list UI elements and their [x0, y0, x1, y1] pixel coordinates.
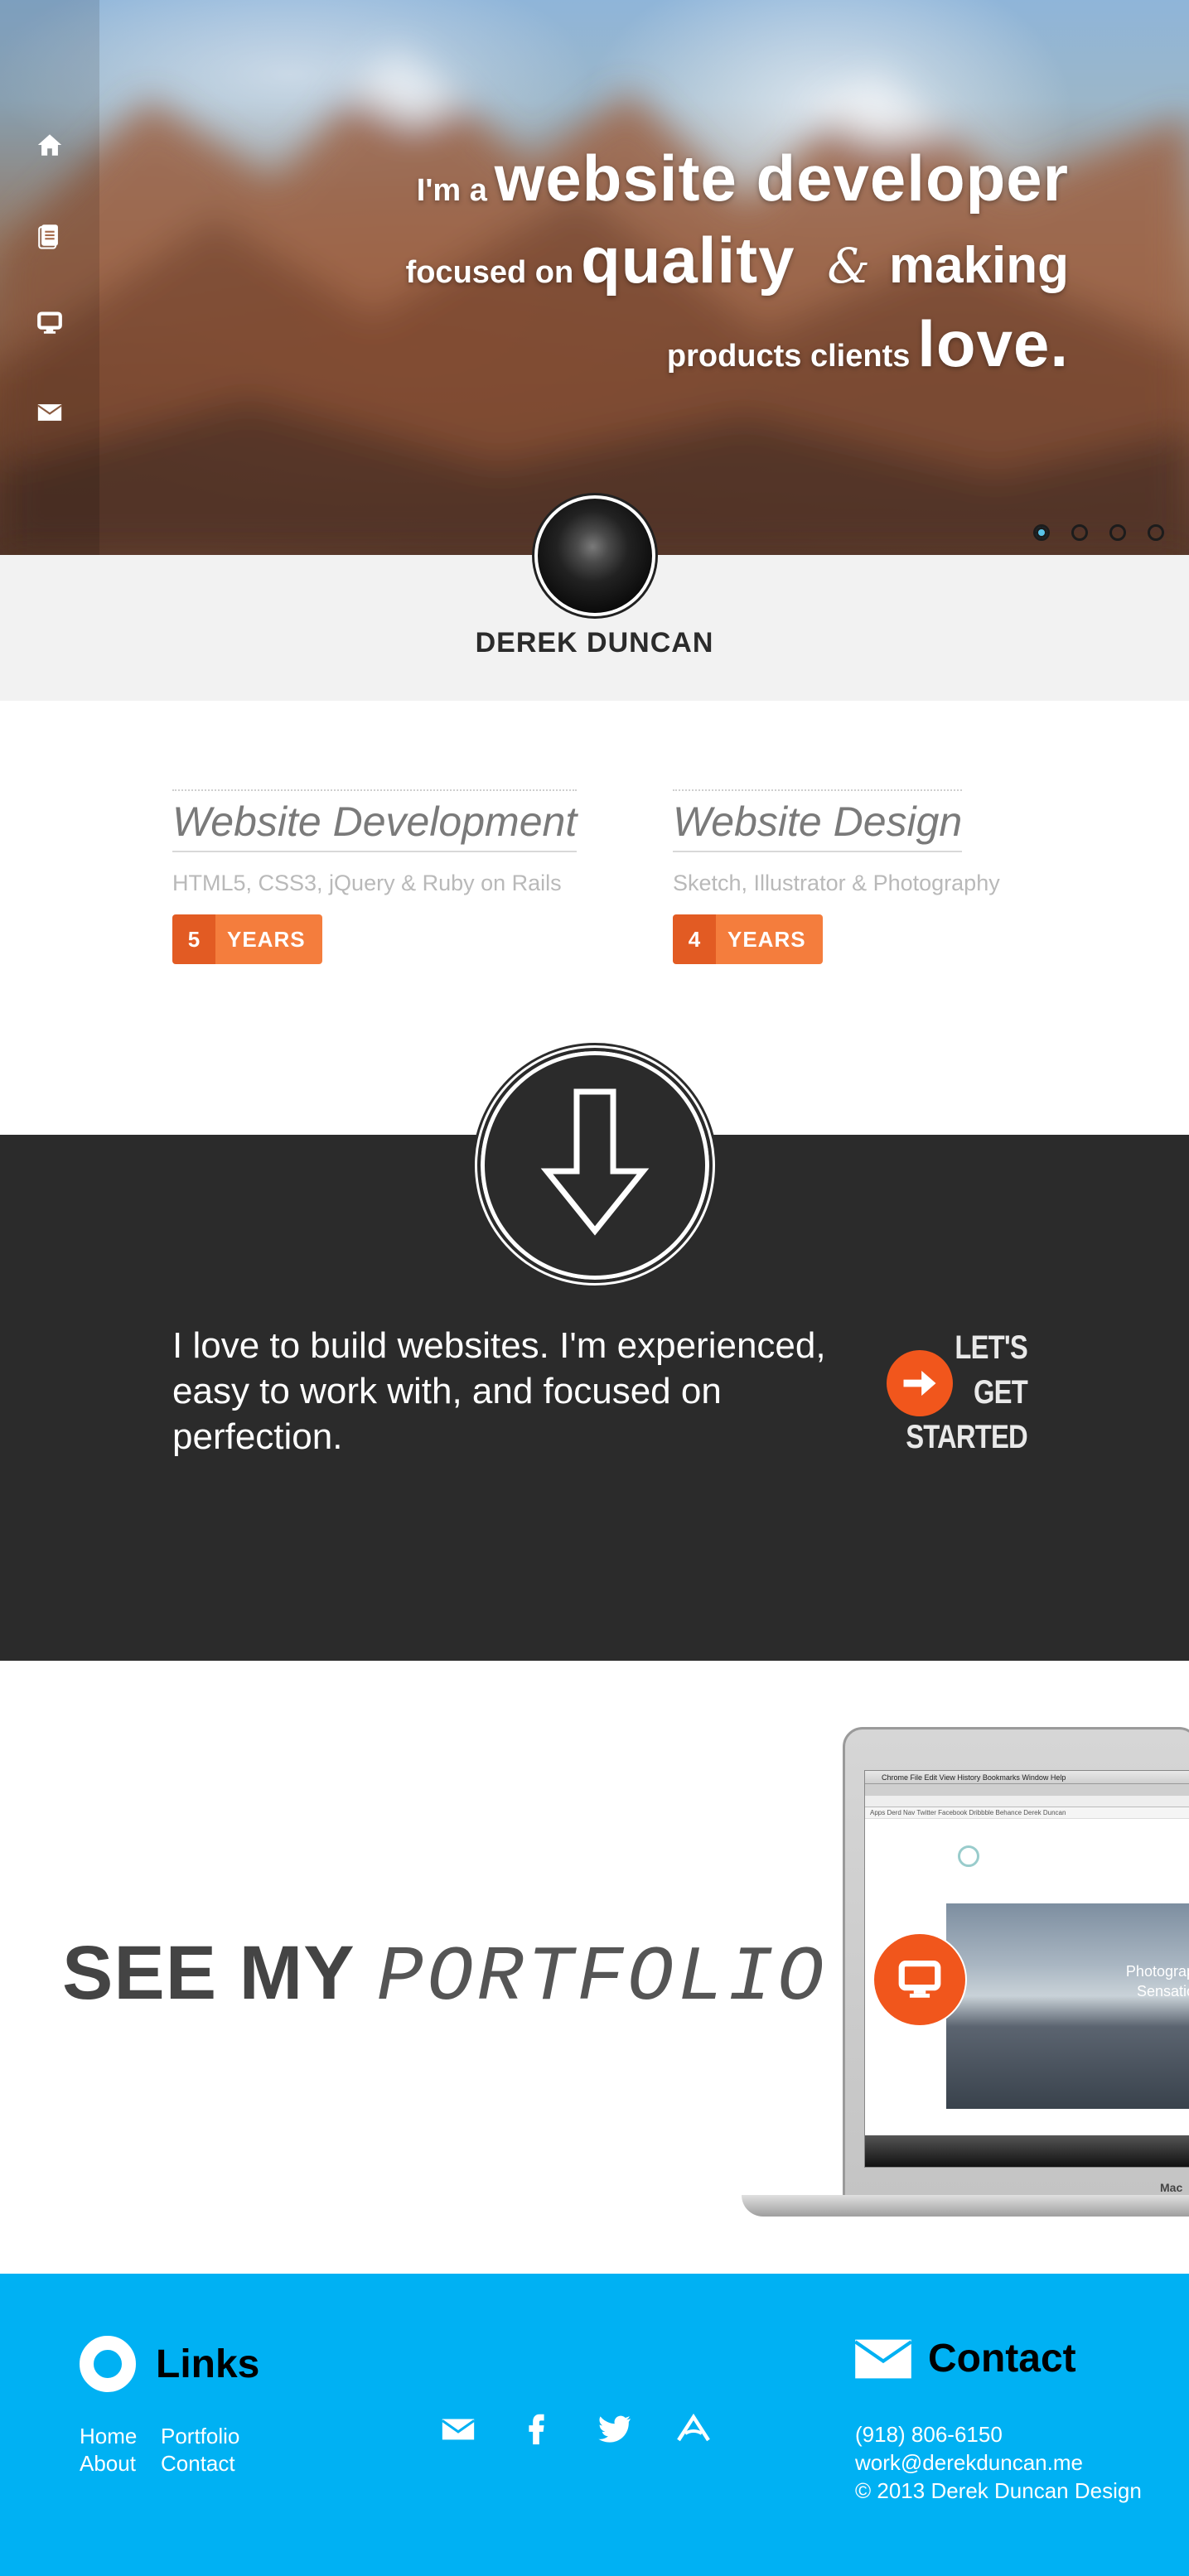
social-app-net[interactable]: [671, 2406, 716, 2451]
pitch-text: I love to build websites. I'm experience…: [172, 1325, 826, 1457]
avatar-photo: [538, 499, 652, 613]
screen-caption-line-1: Photograph: [1125, 1963, 1189, 1980]
contact-phone[interactable]: (918) 806-6150: [855, 2420, 1142, 2448]
monitor-icon: [37, 311, 62, 334]
nav-portfolio[interactable]: [31, 305, 68, 341]
skill-website-design: Website Design Sketch, Illustrator & Pho…: [673, 789, 1000, 964]
see-portfolio-heading[interactable]: SEE MY PORTFOLIO: [62, 1930, 827, 2023]
twitter-icon: [598, 2415, 631, 2443]
mail-icon: [855, 2339, 911, 2378]
nav-contact[interactable]: [31, 394, 68, 431]
footer-link-portfolio[interactable]: Portfolio: [161, 2424, 239, 2449]
screen-tabs: [865, 1784, 1189, 1796]
social-twitter[interactable]: [592, 2406, 636, 2451]
years-label: YEARS: [716, 914, 823, 964]
skill-tech: HTML5, CSS3, jQuery & Ruby on Rails: [172, 871, 562, 895]
years-badge[interactable]: 4 YEARS: [673, 914, 823, 964]
headline-line-3: products clients love.: [406, 306, 1069, 382]
headline-line-2: focused on quality & making: [406, 223, 1069, 298]
headline-small-text: products clients: [666, 339, 911, 374]
facebook-icon: [529, 2414, 544, 2445]
document-icon: [38, 224, 58, 249]
skill-website-development: Website Development HTML5, CSS3, jQuery …: [172, 789, 578, 964]
footer-links-title: Links: [80, 2336, 259, 2392]
slider-dots: [1033, 524, 1164, 541]
screen-url-bar: [865, 1796, 1189, 1807]
hero-headline: I'm a website developer focused on quali…: [406, 141, 1069, 382]
monitor-icon: [898, 1961, 941, 1998]
years-badge[interactable]: 5 YEARS: [172, 914, 322, 964]
headline-small-text: I'm a: [416, 173, 487, 208]
portfolio-button[interactable]: [874, 1934, 965, 2025]
headline-big-text: quality: [581, 224, 795, 297]
down-arrow-icon: [540, 1088, 650, 1236]
screen-dock: [865, 2135, 1189, 2167]
cta-line-2: GET: [974, 1374, 1028, 1411]
home-icon: [37, 134, 62, 156]
contact-email[interactable]: work@derekduncan.me: [855, 2448, 1142, 2477]
headline-big-text: website developer: [494, 142, 1069, 215]
laptop-base: [742, 2195, 1189, 2217]
slider-dot-1[interactable]: [1033, 524, 1050, 541]
see-my-text: SEE MY: [62, 1931, 355, 2015]
app-net-icon: [677, 2413, 710, 2442]
skill-title: Website Development: [172, 789, 578, 852]
contact-title-text: Contact: [928, 2337, 1076, 2381]
avatar: [532, 493, 658, 619]
years-count: 5: [172, 914, 215, 964]
hero-section: I'm a website developer focused on quali…: [0, 0, 1189, 555]
cta-line-3: STARTED: [906, 1419, 1028, 1455]
skill-title: Website Design: [673, 789, 963, 852]
social-facebook[interactable]: [514, 2406, 558, 2451]
circle-logo-icon: [80, 2336, 136, 2392]
years-count: 4: [673, 914, 716, 964]
links-title-text: Links: [156, 2342, 260, 2386]
screen-photo: Photograph Sensation: [946, 1903, 1189, 2109]
mail-icon: [441, 2419, 476, 2440]
nav-documents[interactable]: [31, 217, 68, 253]
headline-ampersand: &: [827, 238, 871, 294]
headline-line-1: I'm a website developer: [406, 141, 1069, 216]
footer-link-contact[interactable]: Contact: [161, 2451, 235, 2477]
screen-caption-line-2: Sensation: [1136, 1983, 1189, 2000]
screen-photo-caption: Photograph Sensation: [1126, 1961, 1189, 2001]
slider-dot-4[interactable]: [1148, 524, 1164, 541]
screen-menubar: Chrome File Edit View History Bookmarks …: [865, 1771, 1189, 1784]
skill-tech: Sketch, Illustrator & Photography: [673, 871, 1000, 895]
contact-details: (918) 806-6150 work@derekduncan.me © 201…: [855, 2420, 1142, 2505]
screen-bookmarks: Apps Derd Nav Twitter Facebook Dribbble …: [865, 1807, 1189, 1819]
cta-label: LET'S GET STARTED: [906, 1325, 1028, 1459]
social-mail[interactable]: [436, 2406, 481, 2451]
footer-link-about[interactable]: About: [80, 2451, 136, 2477]
footer-contact-title: Contact: [855, 2336, 1076, 2381]
headline-big-text: love.: [917, 307, 1069, 380]
get-started-button[interactable]: LET'S GET STARTED: [887, 1325, 1028, 1464]
footer-link-home[interactable]: Home: [80, 2424, 137, 2449]
years-label: YEARS: [215, 914, 322, 964]
nav-home[interactable]: [31, 127, 68, 163]
copyright-text: © 2013 Derek Duncan Design: [855, 2478, 1142, 2503]
slider-dot-3[interactable]: [1109, 524, 1126, 541]
slider-dot-2[interactable]: [1071, 524, 1088, 541]
mail-icon: [37, 404, 62, 421]
laptop-mockup: Chrome File Edit View History Bookmarks …: [742, 1727, 1189, 2224]
laptop-brand: Mac: [1160, 2181, 1183, 2194]
profile-name: DEREK DUNCAN: [475, 627, 714, 658]
screen-logo: [958, 1845, 979, 1867]
headline-mid-text: making: [888, 237, 1069, 294]
cta-line-1: LET'S: [955, 1329, 1027, 1366]
headline-small-text: focused on: [405, 255, 574, 290]
side-nav: [0, 0, 99, 555]
